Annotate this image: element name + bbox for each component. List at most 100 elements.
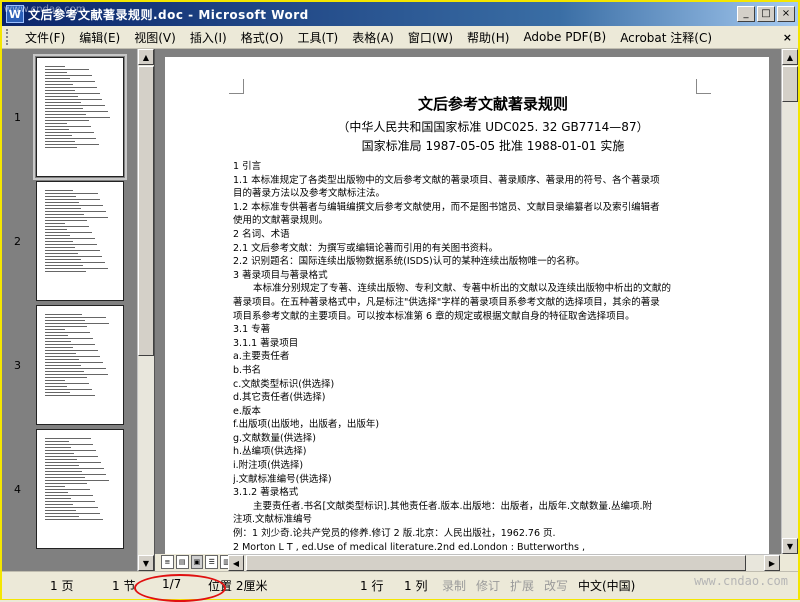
thumbnail-page[interactable]: 3: [2, 305, 136, 425]
thumbnail-text-lines: [45, 66, 111, 168]
document-paragraph-line: a.主要责任者: [233, 351, 290, 363]
bottom-watermark: www.cndao.com: [694, 574, 788, 588]
thumbnail-page-number: 3: [14, 359, 21, 372]
document-paragraph-line: 注项.文献标准编号: [233, 514, 313, 526]
scroll-left-arrow-icon[interactable]: ◀: [228, 555, 244, 571]
document-paragraph-line: 主要责任者.书名[文献类型标识].其他责任者.版本.出版地：出版者，出版年.文献…: [253, 500, 653, 512]
document-area: 文后参考文献著录规则 （中华人民共和国国家标准 UDC025. 32 GB771…: [155, 49, 798, 557]
doc-scroll-down-arrow-icon[interactable]: ▼: [782, 538, 798, 554]
document-paragraph-line: c.文献类型标识(供选择): [233, 378, 335, 390]
document-paragraph-line: 使用的文献著录规则。: [233, 215, 329, 227]
menu-help[interactable]: 帮助(H): [460, 29, 516, 46]
menu-file[interactable]: 文件(F): [18, 29, 72, 46]
document-subtitle: （中华人民共和国国家标准 UDC025. 32 GB7714—87）: [337, 120, 649, 134]
thumbnail-scrollbar[interactable]: ▲ ▼: [137, 49, 154, 571]
status-section: 1 节: [112, 579, 136, 593]
document-paragraph-line: d.其它责任者(供选择): [233, 392, 326, 404]
document-paragraph-line: 3.1.2 著录格式: [233, 487, 299, 499]
view-buttons: ≡ ▤ ▣ ☰ ▥: [155, 554, 233, 570]
horizontal-scrollbar[interactable]: ◀ ▶: [228, 554, 780, 571]
title-bar[interactable]: W 文后参考文献著录规则.doc - Microsoft Word _ □ ×: [2, 2, 798, 26]
document-paragraph-line: 1.2 本标准专供著者与编辑编撰文后参考文献使用，而不是图书馆员、文献目录编纂者…: [233, 201, 660, 213]
doc-scroll-thumb[interactable]: [782, 66, 798, 102]
minimize-button[interactable]: _: [737, 6, 755, 22]
thumbnail-page-preview[interactable]: [36, 181, 124, 301]
menu-view[interactable]: 视图(V): [127, 29, 183, 46]
status-overtype[interactable]: 改写: [544, 577, 568, 594]
document-title: 文后参考文献著录规则: [417, 95, 568, 113]
thumbnail-page[interactable]: 4: [2, 429, 136, 549]
menu-adobe-pdf[interactable]: Adobe PDF(B): [516, 30, 613, 44]
thumbnail-page[interactable]: 2: [2, 181, 136, 301]
document-paragraph-line: 3.1.1 著录项目: [233, 337, 299, 349]
close-button[interactable]: ×: [777, 6, 795, 22]
menu-bar: 文件(F) 编辑(E) 视图(V) 插入(I) 格式(O) 工具(T) 表格(A…: [2, 26, 798, 49]
menu-insert[interactable]: 插入(I): [183, 29, 234, 46]
document-paragraph-line: 项目系参考文献的主要项目。可以按本标准第 6 章的规定或根据文献自身的特征取舍选…: [233, 310, 635, 322]
document-paragraph-line: 著录项目。在五种著录格式中，凡是标注"供选择"字样的著录项目系参考文献的选择项目…: [233, 296, 660, 308]
doc-scroll-up-arrow-icon[interactable]: ▲: [782, 49, 798, 65]
document-vertical-scrollbar[interactable]: ▲ ▼: [781, 49, 798, 554]
menu-acrobat-comments[interactable]: Acrobat 注释(C): [613, 29, 719, 46]
document-paragraph-line: 本标准分别规定了专著、连续出版物、专利文献、专著中析出的文献以及连续出版物中析出…: [253, 283, 672, 295]
thumbnail-text-lines: [45, 438, 111, 540]
menu-tools[interactable]: 工具(T): [291, 29, 346, 46]
thumbnail-scroll-thumb[interactable]: [138, 66, 154, 356]
status-column: 1 列: [404, 579, 428, 593]
status-page: 1 页: [50, 579, 74, 593]
document-paragraph-line: f.出版项(出版地，出版者，出版年): [233, 419, 380, 431]
document-paragraph-line: b.书名: [233, 364, 262, 376]
document-paragraph-line: 2.2 识别题名：国际连续出版物数据系统(ISDS)认可的某种连续出版物唯一的名…: [233, 256, 585, 268]
print-layout-view-icon[interactable]: ▣: [190, 555, 204, 569]
status-record-macro[interactable]: 录制: [442, 577, 466, 594]
close-document-icon[interactable]: ×: [783, 31, 792, 44]
status-line: 1 行: [360, 579, 384, 593]
thumbnail-page-preview[interactable]: [36, 305, 124, 425]
document-paragraph-line: 2 名词、术语: [233, 228, 290, 240]
scroll-right-arrow-icon[interactable]: ▶: [764, 555, 780, 571]
document-body[interactable]: 文后参考文献著录规则 （中华人民共和国国家标准 UDC025. 32 GB771…: [233, 93, 713, 557]
document-page[interactable]: 文后参考文献著录规则 （中华人民共和国国家标准 UDC025. 32 GB771…: [165, 57, 769, 557]
web-layout-view-icon[interactable]: ▤: [175, 555, 189, 569]
document-paragraph-line: j.文献标准编号(供选择): [233, 473, 332, 485]
document-paragraphs: 1 引言 1.1 本标准规定了各类型出版物中的文后参考文献的著录项目、著录顺序、著…: [233, 160, 713, 557]
document-approval-line: 国家标准局 1987-05-05 批准 1988-01-01 实施: [361, 139, 625, 153]
thumbnail-text-lines: [45, 314, 111, 416]
document-paragraph-line: g.文献数量(供选择): [233, 432, 316, 444]
horizontal-scroll-thumb[interactable]: [246, 555, 746, 571]
document-paragraph-line: 例：1 刘少奇.论共产党员的修养.修订 2 版.北京：人民出版社，1962.76…: [233, 528, 556, 540]
thumbnail-page-number: 2: [14, 235, 21, 248]
thumbnail-text-lines: [45, 190, 111, 292]
document-paragraph-line: 3.1 专著: [233, 324, 271, 336]
status-extend[interactable]: 扩展: [510, 577, 534, 594]
document-paragraph-line: 1.1 本标准规定了各类型出版物中的文后参考文献的著录项目、著录顺序、著录用的符…: [233, 174, 660, 186]
normal-view-icon[interactable]: ≡: [161, 555, 174, 569]
menu-grip-handle[interactable]: [6, 29, 12, 45]
status-bar: 1 页 1 节 1/7 位置 2厘米 1 行 1 列 录制 修订 扩展 改写 中…: [2, 571, 798, 599]
maximize-button[interactable]: □: [757, 6, 775, 22]
thumbnail-page[interactable]: 1: [2, 54, 136, 180]
status-language: 中文(中国): [578, 579, 636, 593]
status-track-changes[interactable]: 修订: [476, 577, 500, 594]
document-paragraph-line: 2.1 文后参考文献：为撰写或编辑论著而引用的有关图书资料。: [233, 242, 499, 254]
thumbnail-page-preview[interactable]: [33, 54, 127, 180]
top-watermark: www.cndao.com: [4, 4, 86, 15]
thumbnail-page-number: 4: [14, 483, 21, 496]
highlight-ellipse-annotation: [134, 574, 226, 602]
document-paragraph-line: e.版本: [233, 405, 261, 417]
scroll-up-arrow-icon[interactable]: ▲: [138, 49, 154, 65]
document-paragraph-line: h.丛编项(供选择): [233, 446, 307, 458]
document-paragraph-line: 2 Morton L T , ed.Use of medical literat…: [233, 541, 585, 553]
menu-window[interactable]: 窗口(W): [401, 29, 460, 46]
document-paragraph-line: 目的著录方法以及参考文献标注法。: [233, 188, 386, 200]
thumbnail-page-preview[interactable]: [36, 429, 124, 549]
margin-corner-mark: [229, 79, 244, 94]
outline-view-icon[interactable]: ☰: [205, 555, 219, 569]
document-paragraph-line: 3 著录项目与著录格式: [233, 269, 328, 281]
menu-edit[interactable]: 编辑(E): [72, 29, 127, 46]
document-paragraph-line: 1 引言: [233, 161, 262, 172]
scroll-down-arrow-icon[interactable]: ▼: [138, 555, 154, 571]
menu-format[interactable]: 格式(O): [234, 29, 291, 46]
thumbnail-page-number: 1: [14, 111, 21, 124]
menu-table[interactable]: 表格(A): [345, 29, 401, 46]
